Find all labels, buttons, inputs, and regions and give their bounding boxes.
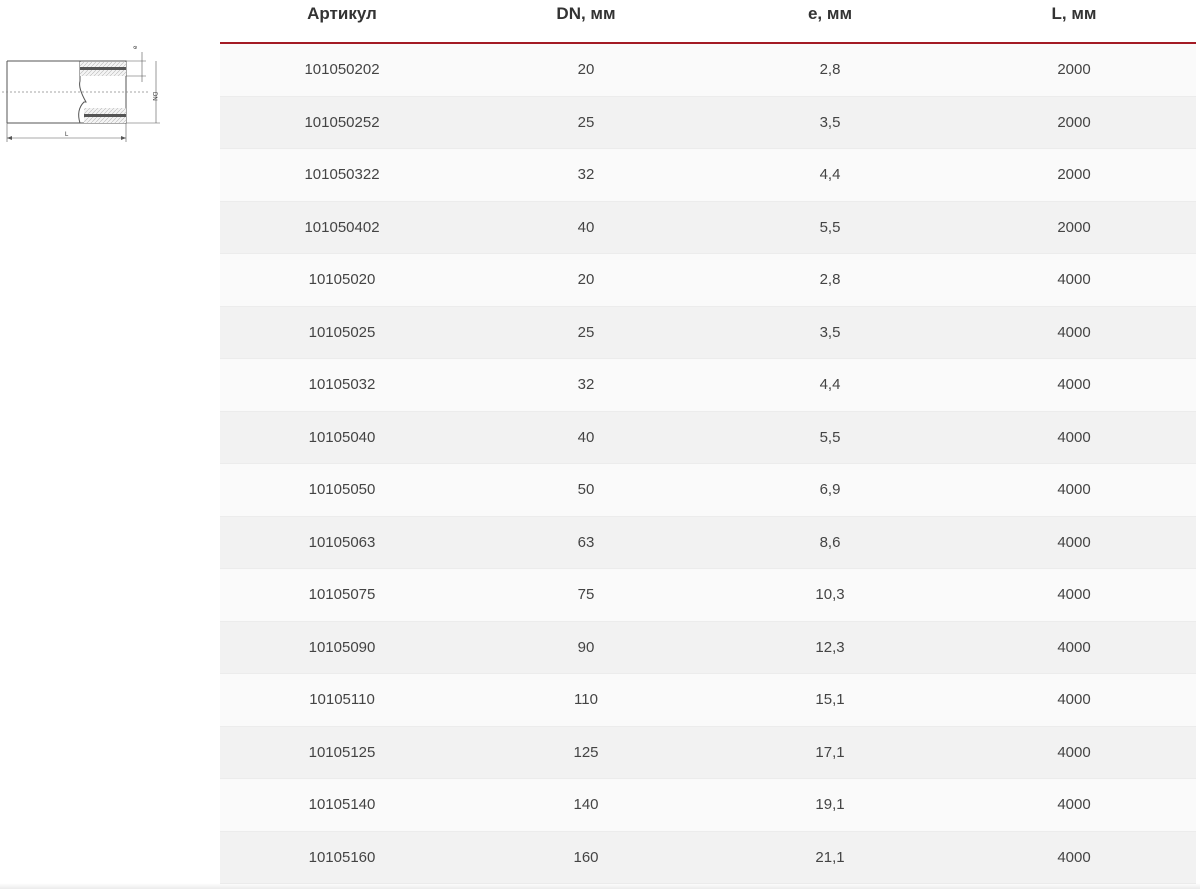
dimension-label-dn: DN [151, 92, 157, 101]
cell-dn: 125 [573, 743, 599, 761]
table-row: 10105140 140 19,1 4000 [220, 779, 1196, 832]
cell-l: 4000 [1057, 848, 1091, 866]
cell-dn: 110 [574, 691, 598, 709]
cell-l: 4000 [1057, 691, 1091, 709]
cell-e: 4,4 [819, 376, 841, 394]
table-row: 10105025 25 3,5 4000 [220, 306, 1196, 359]
cell-article: 10105110 [309, 691, 375, 709]
table-row: 101050322 32 4,4 2000 [220, 149, 1196, 202]
cell-article: 101050402 [304, 218, 380, 236]
table-row: 101050202 20 2,8 2000 [220, 44, 1196, 97]
cell-e: 8,6 [819, 533, 841, 551]
cell-dn: 160 [573, 848, 599, 866]
table-row: 10105160 160 21,1 4000 [220, 831, 1196, 884]
cell-l: 2000 [1057, 61, 1091, 79]
cell-article: 10105050 [308, 481, 376, 499]
cell-e: 5,5 [819, 428, 841, 446]
column-header-e: e, мм [807, 4, 853, 23]
cell-dn: 40 [577, 218, 595, 236]
cell-e: 3,5 [819, 113, 841, 131]
cell-article: 10105025 [308, 323, 376, 341]
table-row: 101050402 40 5,5 2000 [220, 201, 1196, 254]
cell-dn: 32 [577, 166, 595, 184]
cell-l: 4000 [1057, 428, 1091, 446]
column-header-l: L, мм [1051, 4, 1097, 23]
cell-article: 10105063 [308, 533, 376, 551]
cell-dn: 50 [577, 481, 595, 499]
cell-e: 5,5 [819, 218, 841, 236]
cell-l: 4000 [1057, 586, 1091, 604]
cell-dn: 20 [577, 271, 595, 289]
column-header-article: Артикул [307, 4, 377, 23]
cell-e: 19,1 [815, 796, 845, 814]
cell-e: 2,8 [819, 271, 841, 289]
cell-dn: 32 [577, 376, 595, 394]
cell-dn: 140 [573, 796, 599, 814]
cell-l: 2000 [1057, 218, 1091, 236]
table-row: 10105063 63 8,6 4000 [220, 516, 1196, 569]
pipe-dimension-diagram: e DN L [2, 45, 160, 142]
cell-e: 12,3 [815, 638, 845, 656]
table-row: 10105125 125 17,1 4000 [220, 726, 1196, 779]
cell-l: 4000 [1057, 796, 1091, 814]
cell-l: 4000 [1057, 743, 1091, 761]
cell-e: 17,1 [815, 743, 845, 761]
table-row: 10105090 90 12,3 4000 [220, 621, 1196, 674]
table-body: 101050202 20 2,8 2000 101050252 25 3,5 2000 10… [220, 44, 1196, 884]
cell-dn: 40 [577, 428, 595, 446]
cell-e: 4,4 [819, 166, 841, 184]
table-row: 10105020 20 2,8 4000 [220, 254, 1196, 307]
cell-article: 101050202 [304, 61, 380, 79]
dimension-label-l: L [65, 132, 69, 138]
cell-article: 10105075 [308, 586, 376, 604]
cell-dn: 20 [577, 61, 595, 79]
table-row: 10105050 50 6,9 4000 [220, 464, 1196, 517]
column-header-dn: DN, мм [556, 4, 616, 23]
cell-e: 6,9 [819, 481, 841, 499]
table-row: 10105075 75 10,3 4000 [220, 569, 1196, 622]
cell-l: 4000 [1057, 271, 1091, 289]
cell-l: 4000 [1057, 323, 1091, 341]
cell-article: 10105020 [308, 271, 376, 289]
dimension-label-e: e [133, 45, 139, 49]
cell-e: 15,1 [815, 691, 845, 709]
cell-article: 10105032 [308, 376, 376, 394]
cell-dn: 63 [577, 533, 595, 551]
cell-article: 10105140 [308, 796, 376, 814]
cell-l: 4000 [1057, 638, 1091, 656]
cell-l: 4000 [1057, 481, 1091, 499]
specification-table: Артикул DN, мм e, мм L, мм 101050202 20 2,… [220, 0, 1196, 884]
table-row: 10105110 110 15,1 4000 [220, 674, 1196, 727]
table-header: Артикул DN, мм e, мм L, мм [220, 0, 1196, 44]
cell-e: 21,1 [815, 848, 845, 866]
cell-dn: 75 [577, 586, 595, 604]
bottom-edge-shadow [0, 883, 1200, 889]
cell-l: 2000 [1057, 166, 1091, 184]
cell-dn: 90 [577, 638, 595, 656]
cell-e: 2,8 [819, 61, 841, 79]
cell-l: 4000 [1057, 376, 1091, 394]
cell-e: 10,3 [815, 586, 845, 604]
cell-article: 101050252 [304, 113, 380, 131]
cell-e: 3,5 [819, 323, 841, 341]
cell-article: 10105125 [308, 743, 376, 761]
cell-l: 4000 [1057, 533, 1091, 551]
cell-dn: 25 [577, 323, 595, 341]
cell-l: 2000 [1057, 113, 1091, 131]
cell-dn: 25 [577, 113, 595, 131]
table-row: 10105032 32 4,4 4000 [220, 359, 1196, 412]
cell-article: 10105160 [308, 848, 376, 866]
cell-article: 101050322 [304, 166, 380, 184]
table-row: 10105040 40 5,5 4000 [220, 411, 1196, 464]
cell-article: 10105040 [308, 428, 376, 446]
table-row: 101050252 25 3,5 2000 [220, 96, 1196, 149]
cell-article: 10105090 [308, 638, 376, 656]
